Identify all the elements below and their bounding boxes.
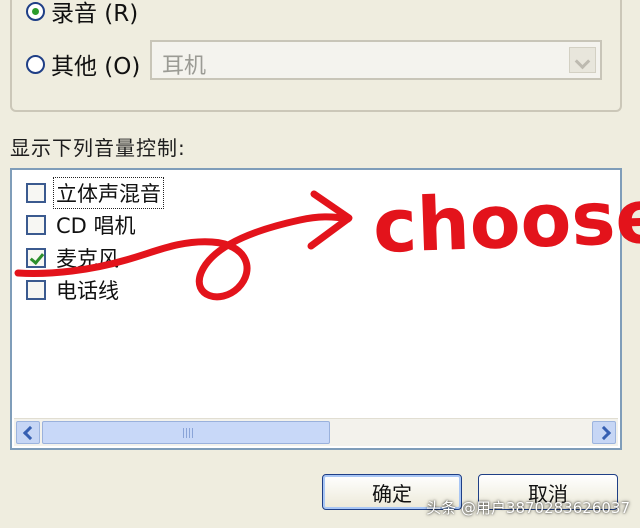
cd-player-checkbox[interactable] bbox=[26, 215, 46, 235]
other-radio-option[interactable]: 其他 (O) bbox=[26, 47, 140, 81]
horizontal-scrollbar[interactable] bbox=[14, 418, 618, 446]
phone-line-label: 电话线 bbox=[56, 279, 119, 303]
other-device-value: 耳机 bbox=[162, 54, 207, 79]
cd-player-label: CD 唱机 bbox=[56, 214, 136, 238]
record-radio-label: 录音 (R) bbox=[51, 1, 139, 27]
microphone-checkbox[interactable] bbox=[26, 248, 46, 268]
scroll-right-button[interactable] bbox=[592, 421, 616, 444]
list-item-phone-line[interactable]: 电话线 bbox=[26, 275, 121, 305]
record-radio-button[interactable] bbox=[26, 1, 45, 21]
phone-line-checkbox[interactable] bbox=[26, 280, 46, 300]
scroll-left-button[interactable] bbox=[16, 421, 40, 444]
other-radio-label: 其他 (O) bbox=[51, 54, 141, 80]
chevron-down-icon[interactable] bbox=[569, 47, 596, 73]
list-item-stereo-mix[interactable]: 立体声混音 bbox=[26, 177, 164, 209]
stereo-mix-checkbox[interactable] bbox=[26, 183, 46, 203]
list-item-cd-player[interactable]: CD 唱机 bbox=[26, 210, 138, 240]
volume-controls-list[interactable]: 立体声混音 CD 唱机 麦克风 电话线 bbox=[10, 168, 622, 450]
grip-icon bbox=[183, 428, 195, 438]
other-device-select[interactable]: 耳机 bbox=[150, 40, 602, 80]
scroll-thumb[interactable] bbox=[42, 421, 330, 444]
other-radio-button[interactable] bbox=[26, 54, 45, 74]
record-radio-option[interactable]: 录音 (R) bbox=[26, 0, 138, 28]
list-item-microphone[interactable]: 麦克风 bbox=[26, 243, 121, 273]
watermark: 头条 @用户3870283626037 bbox=[426, 499, 630, 517]
stereo-mix-label: 立体声混音 bbox=[53, 177, 164, 209]
microphone-label: 麦克风 bbox=[56, 247, 119, 271]
volume-controls-label: 显示下列音量控制: bbox=[10, 136, 186, 160]
